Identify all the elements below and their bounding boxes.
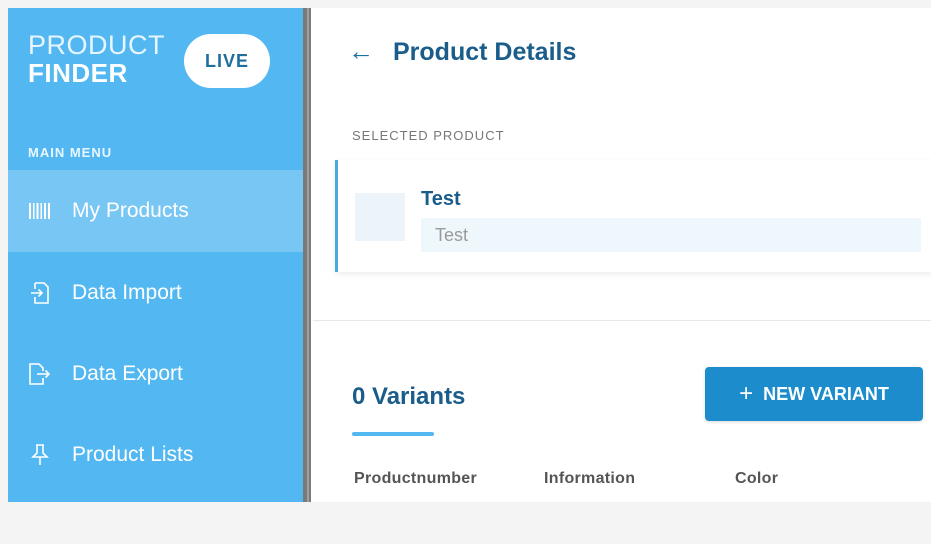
new-variant-button[interactable]: + NEW VARIANT — [705, 367, 923, 421]
main-menu-heading: MAIN MENU — [28, 145, 113, 160]
selected-product-card[interactable]: Test Test — [335, 160, 931, 272]
new-variant-label: NEW VARIANT — [763, 383, 889, 404]
barcode-icon — [28, 199, 52, 223]
live-badge: LIVE — [184, 34, 270, 88]
brand-line-product: PRODUCT — [28, 30, 165, 60]
product-thumbnail — [355, 193, 405, 241]
pin-icon — [28, 443, 52, 467]
sidebar-item-label: Data Import — [72, 281, 182, 304]
sidebar-item-label: Product Lists — [72, 443, 194, 466]
brand-logo[interactable]: PRODUCT FINDER — [28, 30, 168, 88]
product-subtitle: Test — [421, 218, 921, 252]
main-content: ← Product Details SELECTED PRODUCT Test … — [313, 8, 931, 502]
section-divider — [313, 320, 931, 321]
variants-count-title: 0 Variants — [352, 383, 466, 410]
column-header-productnumber[interactable]: Productnumber — [354, 470, 477, 488]
app-window: PRODUCT FINDER LIVE MAIN MENU My Product… — [8, 8, 931, 502]
sidebar-item-label: Data Export — [72, 362, 183, 385]
page-title: Product Details — [393, 38, 577, 66]
file-export-icon — [28, 362, 52, 386]
sidebar-item-label: My Products — [72, 199, 189, 222]
product-name: Test — [421, 188, 461, 210]
selected-product-label: SELECTED PRODUCT — [352, 128, 505, 143]
column-header-information[interactable]: Information — [544, 470, 635, 488]
sidebar-item-product-lists[interactable]: Product Lists — [8, 414, 303, 496]
sidebar: PRODUCT FINDER LIVE MAIN MENU My Product… — [8, 8, 303, 502]
brand-line-finder: FINDER — [28, 58, 128, 88]
back-arrow-icon[interactable]: ← — [348, 36, 374, 67]
sidebar-item-data-import[interactable]: Data Import — [8, 252, 303, 334]
plus-icon: + — [739, 380, 754, 407]
variants-title-underline — [352, 432, 434, 436]
sidebar-resize-line — [307, 8, 309, 502]
sidebar-item-my-products[interactable]: My Products — [8, 170, 303, 252]
file-import-icon — [28, 281, 52, 305]
column-header-color[interactable]: Color — [735, 470, 778, 488]
sidebar-item-data-export[interactable]: Data Export — [8, 333, 303, 415]
